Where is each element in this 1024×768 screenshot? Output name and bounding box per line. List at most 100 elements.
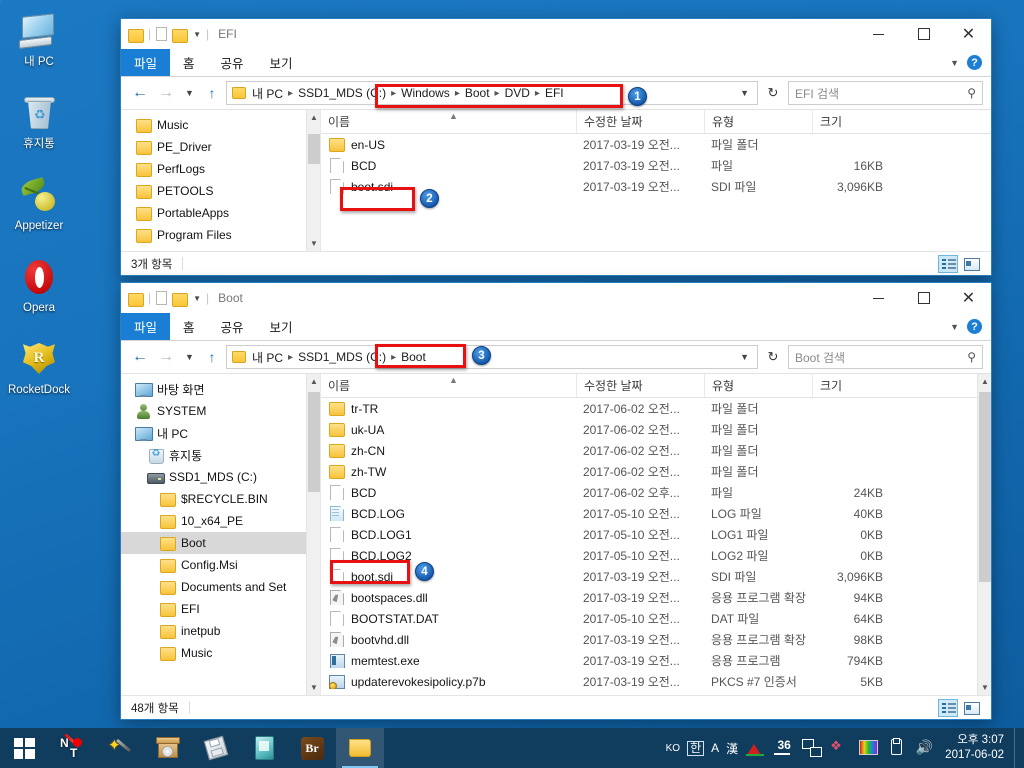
ribbon-right-controls[interactable]: ▼ ? (950, 313, 991, 340)
tree-item-ssd1-mds-c[interactable]: SSD1_MDS (C:) (121, 466, 320, 488)
tree-item-music[interactable]: Music (121, 114, 320, 136)
file-rows[interactable]: en-US 2017-03-19 오전... 파일 폴더 BCD 2017-03-19 … (321, 134, 991, 197)
close-button[interactable]: ✕ (946, 283, 991, 313)
file-name-cell[interactable]: BCD (321, 158, 576, 173)
column-header-type[interactable]: 유형 (704, 110, 812, 133)
address-bar[interactable]: 내 PC ▸ SSD1_MDS (C:) ▸ Boot ▼ (226, 345, 758, 369)
folder-icon[interactable] (128, 28, 144, 43)
app-icon[interactable]: ❖ (830, 738, 850, 758)
new-folder-icon[interactable] (172, 28, 189, 43)
bridge-taskbar-icon[interactable]: Br (288, 728, 336, 768)
ribbon-tabs[interactable]: 파일 홈 공유 보기 ▼ ? (121, 49, 991, 77)
back-button[interactable]: ← (129, 345, 151, 369)
breadcrumb-item[interactable]: 내 PC (249, 85, 286, 102)
recent-locations-icon[interactable]: ▼ (181, 81, 198, 105)
file-name-cell[interactable]: bootspaces.dll (321, 590, 576, 605)
column-header-date[interactable]: 수정한 날짜 (576, 374, 704, 397)
clock[interactable]: 오후 3:07 2017-06-02 (943, 733, 1014, 763)
refresh-button[interactable]: ↻ (762, 345, 784, 369)
file-name-cell[interactable]: boot.sdi (321, 569, 576, 584)
search-input[interactable]: Boot 검색 ⚲ (788, 345, 983, 369)
ime-hanja-icon[interactable]: 漢 (726, 740, 738, 757)
teal-app-taskbar-icon[interactable] (240, 728, 288, 768)
folder-tree[interactable]: Music PE_Driver PerfLogs PETOOLS PortableApp… (121, 110, 320, 246)
file-list-pane[interactable]: 이름 수정한 날짜 유형 크기 ▲ en-US 2017-03-19 오전... 파… (321, 110, 991, 251)
maximize-button[interactable] (901, 19, 946, 49)
tab-home[interactable]: 홈 (170, 313, 208, 340)
file-row[interactable]: BCD 2017-03-19 오전... 파일 16KB (321, 155, 991, 176)
new-folder-icon[interactable] (172, 292, 189, 307)
magic-wand-taskbar-icon[interactable]: ✦ (96, 728, 144, 768)
tab-share[interactable]: 공유 (208, 313, 257, 340)
tray-icons[interactable]: 36 ❖ 🔊 (746, 738, 943, 758)
breadcrumb-item[interactable]: SSD1_MDS (C:) (295, 86, 389, 100)
scroll-up-icon[interactable]: ▲ (307, 374, 320, 389)
address-dropdown-icon[interactable]: ▼ (736, 352, 753, 362)
view-mode-buttons[interactable] (938, 254, 991, 273)
ribbon-tabs[interactable]: 파일 홈 공유 보기 ▼ ? (121, 313, 991, 341)
tree-item-portableapps[interactable]: PortableApps (121, 202, 320, 224)
large-icons-view-button[interactable] (961, 255, 981, 273)
breadcrumb-item[interactable]: EFI (542, 86, 567, 100)
search-input[interactable]: EFI 검색 ⚲ (788, 81, 983, 105)
file-row[interactable]: BCD 2017-06-02 오후... 파일 24KB (321, 482, 991, 503)
cd-box-taskbar-icon[interactable] (144, 728, 192, 768)
tree-item-pc[interactable]: 내 PC (121, 422, 320, 444)
start-button[interactable] (0, 728, 48, 768)
tree-item-inetpub[interactable]: inetpub (121, 620, 320, 642)
tab-home[interactable]: 홈 (170, 49, 208, 76)
file-rows[interactable]: tr-TR 2017-06-02 오전... 파일 폴더 uk-UA 2017-06-0… (321, 398, 991, 692)
chevron-down-icon[interactable]: ▼ (193, 30, 201, 39)
notepad-taskbar-icon[interactable]: NT (48, 728, 96, 768)
tree-item-[interactable]: 휴지통 (121, 444, 320, 466)
file-row[interactable]: zh-CN 2017-06-02 오전... 파일 폴더 (321, 440, 991, 461)
file-row[interactable]: zh-TW 2017-06-02 오전... 파일 폴더 (321, 461, 991, 482)
file-row[interactable]: BCD.LOG1 2017-05-10 오전... LOG1 파일 0KB (321, 524, 991, 545)
file-name-cell[interactable]: zh-CN (321, 443, 576, 458)
ime-alpha-icon[interactable]: A (711, 741, 719, 755)
desktop-icon-my-pc[interactable]: 내 PC (0, 6, 78, 88)
file-list-pane[interactable]: 이름 수정한 날짜 유형 크기 ▲ tr-TR 2017-06-02 오전... 파… (321, 374, 991, 695)
address-dropdown-icon[interactable]: ▼ (736, 88, 753, 98)
column-header-size[interactable]: 크기 (812, 110, 897, 133)
tree-item-music[interactable]: Music (121, 642, 320, 664)
scroll-down-icon[interactable]: ▼ (307, 680, 320, 695)
titlebar[interactable]: | ▼ | EFI ✕ (121, 19, 991, 49)
navigation-pane[interactable]: 바탕 화면 SYSTEM 내 PC 휴지통 SSD1_MDS (C:) $RECYCLE.… (121, 374, 321, 695)
address-bar[interactable]: 내 PC ▸ SSD1_MDS (C:) ▸ Windows ▸ Boot ▸ … (226, 81, 758, 105)
refresh-button[interactable]: ↻ (762, 81, 784, 105)
nav-pane-scrollbar[interactable]: ▲ ▼ (306, 110, 320, 251)
file-name-cell[interactable]: updaterevokesipolicy.p7b (321, 674, 576, 689)
properties-icon[interactable] (156, 291, 168, 305)
tree-item-recycle-bin[interactable]: $RECYCLE.BIN (121, 488, 320, 510)
search-icon[interactable]: ⚲ (967, 86, 976, 100)
file-name-cell[interactable]: uk-UA (321, 422, 576, 437)
tab-share[interactable]: 공유 (208, 49, 257, 76)
help-icon[interactable]: ? (967, 55, 982, 70)
scrollbar-thumb[interactable] (308, 392, 320, 492)
show-desktop-button[interactable] (1014, 728, 1020, 768)
navigation-bar[interactable]: ← → ▼ ↑ 내 PC ▸ SSD1_MDS (C:) ▸ Windows ▸… (121, 77, 991, 109)
breadcrumb-item[interactable]: Windows (398, 86, 453, 100)
temperature-icon[interactable]: 36 (774, 738, 794, 758)
file-list-scrollbar[interactable]: ▲ ▼ (977, 374, 991, 695)
file-name-cell[interactable]: zh-TW (321, 464, 576, 479)
file-row[interactable]: uk-UA 2017-06-02 오전... 파일 폴더 (321, 419, 991, 440)
ime-language-label[interactable]: KO (666, 743, 680, 754)
window-controls[interactable]: ✕ (856, 283, 991, 313)
tab-file[interactable]: 파일 (121, 49, 171, 76)
scrollbar-thumb[interactable] (308, 134, 320, 164)
up-button[interactable]: ↑ (202, 345, 222, 369)
breadcrumb-item[interactable]: Boot (398, 350, 429, 364)
performance-graph-icon[interactable] (746, 738, 766, 758)
breadcrumb-item[interactable]: DVD (502, 86, 533, 100)
column-headers[interactable]: 이름 수정한 날짜 유형 크기 ▲ (321, 110, 991, 134)
file-name-cell[interactable]: BOOTSTAT.DAT (321, 611, 576, 626)
scroll-down-icon[interactable]: ▼ (978, 680, 991, 695)
file-name-cell[interactable]: BCD.LOG1 (321, 527, 576, 542)
file-name-cell[interactable]: boot.sdi (321, 179, 576, 194)
breadcrumb-item[interactable]: Boot (462, 86, 493, 100)
tree-item-10-x64-pe[interactable]: 10_x64_PE (121, 510, 320, 532)
large-icons-view-button[interactable] (961, 699, 981, 717)
column-headers[interactable]: 이름 수정한 날짜 유형 크기 ▲ (321, 374, 991, 398)
